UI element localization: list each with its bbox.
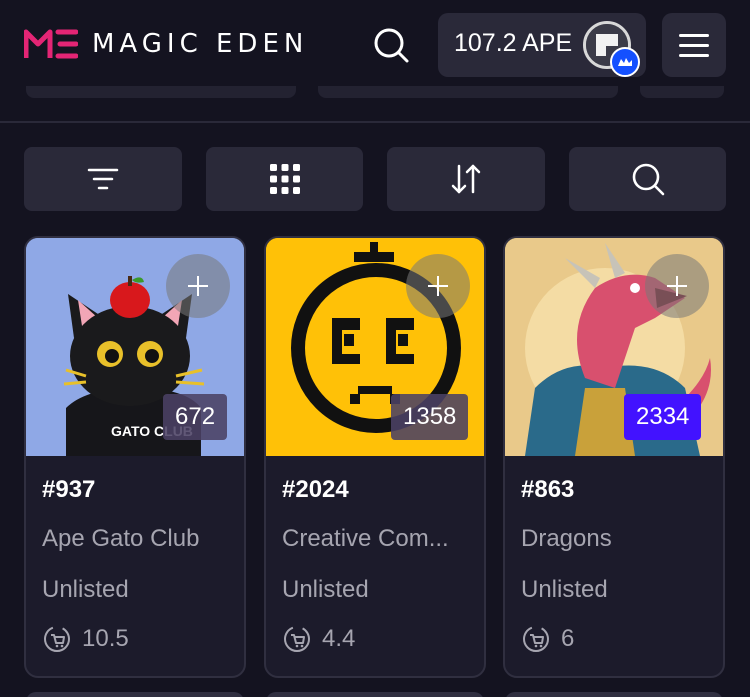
- wallet-balance: 107.2 APE: [454, 29, 573, 57]
- wallet-balance-button[interactable]: 107.2 APE: [438, 13, 646, 77]
- top-navbar: MAGIC EDEN 107.2 APE: [0, 0, 750, 92]
- nft-card-next-row: [505, 692, 723, 697]
- hamburger-line: [679, 44, 709, 47]
- menu-button[interactable]: [662, 13, 726, 77]
- brand-name: MAGIC EDEN: [92, 29, 309, 59]
- search-icon: [632, 163, 664, 196]
- nft-token-id: #2024: [282, 476, 349, 503]
- nft-card[interactable]: 1358 #2024 Creative Com... Unlisted 4.4: [264, 236, 486, 678]
- tab-remnant: [318, 86, 618, 98]
- rarity-rank-badge: 672: [163, 394, 228, 440]
- last-sale-price: 4.4: [322, 625, 356, 652]
- tab-remnant: [640, 86, 724, 98]
- filter-button[interactable]: [24, 147, 182, 211]
- nft-last-sale: 10.5: [42, 624, 129, 654]
- filter-icon: [87, 168, 119, 190]
- nft-collection-name: Ape Gato Club: [42, 525, 200, 552]
- rarity-rank-badge: 2334: [624, 394, 702, 440]
- search-button[interactable]: [569, 147, 726, 211]
- hamburger-line: [679, 54, 709, 57]
- nft-image[interactable]: 1358: [266, 238, 484, 456]
- nft-card[interactable]: 2334 #863 Dragons Unlisted 6: [503, 236, 725, 678]
- nft-token-id: #937: [42, 476, 96, 503]
- grid-icon: [269, 164, 300, 194]
- nft-card-next-row: [266, 692, 484, 697]
- last-sale-cart-icon: [523, 626, 549, 652]
- nft-listing-status: Unlisted: [521, 576, 608, 603]
- last-sale-cart-icon: [44, 626, 70, 652]
- last-sale-price: 10.5: [82, 625, 129, 652]
- nft-listing-status: Unlisted: [42, 576, 129, 603]
- nft-card-next-row: [26, 692, 244, 697]
- nft-token-id: #863: [521, 476, 575, 503]
- divider: [0, 121, 750, 123]
- nft-collection-name: Creative Com...: [282, 525, 449, 552]
- nft-image[interactable]: GATO CLUB 672: [26, 238, 244, 456]
- add-to-cart-button[interactable]: [406, 254, 470, 318]
- search-icon: [374, 28, 409, 63]
- add-to-cart-button[interactable]: [645, 254, 709, 318]
- header-search-button[interactable]: [370, 24, 412, 66]
- magic-eden-logo-icon: [24, 29, 78, 59]
- add-to-cart-button[interactable]: [166, 254, 230, 318]
- wallet-network-badge-icon: [610, 47, 640, 77]
- nft-last-sale: 6: [521, 624, 574, 654]
- rarity-rank-badge: 1358: [391, 394, 469, 440]
- magic-eden-logo[interactable]: MAGIC EDEN: [24, 28, 308, 60]
- nft-collection-name: Dragons: [521, 525, 612, 552]
- nft-image[interactable]: 2334: [505, 238, 723, 456]
- hamburger-menu-icon: [679, 34, 709, 37]
- nft-card[interactable]: GATO CLUB 672 #937 Ape Gato Club Unliste…: [24, 236, 246, 678]
- nft-last-sale: 4.4: [282, 624, 355, 654]
- last-sale-cart-icon: [284, 626, 310, 652]
- sort-button[interactable]: [387, 147, 545, 211]
- nft-listing-status: Unlisted: [282, 576, 369, 603]
- sort-arrows-icon: [451, 164, 481, 194]
- last-sale-price: 6: [561, 625, 575, 652]
- tab-remnant: [26, 86, 296, 98]
- grid-view-button[interactable]: [206, 147, 363, 211]
